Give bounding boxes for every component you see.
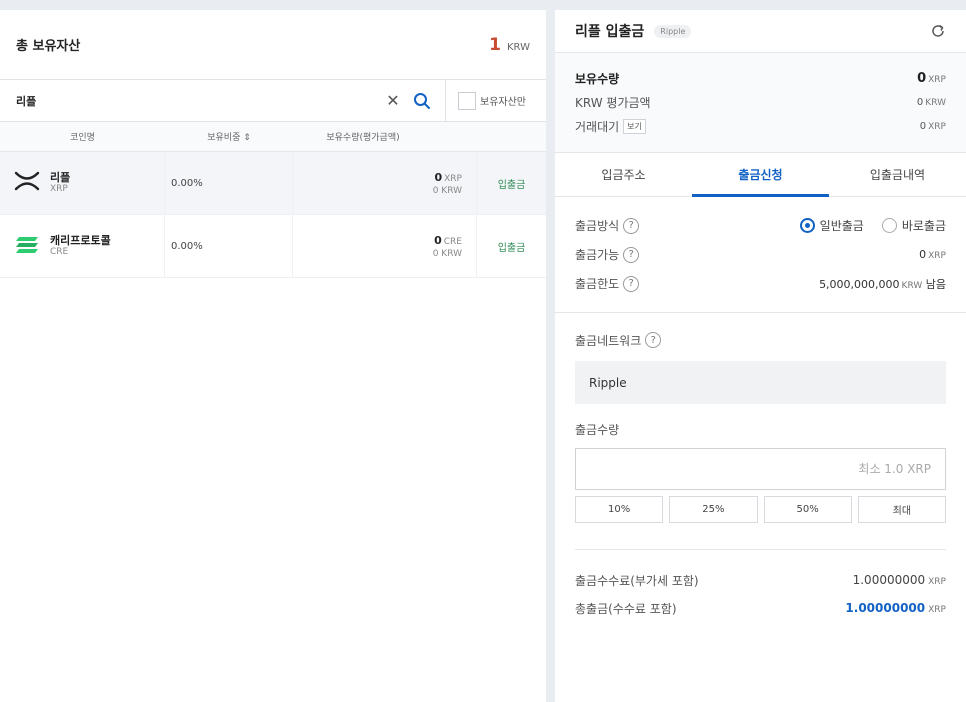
coin-name-cell[interactable]: 리플 XRP: [0, 152, 165, 214]
method-instant-label: 바로출금: [901, 219, 946, 233]
method-instant-radio[interactable]: 바로출금: [881, 217, 946, 234]
pct-25-button[interactable]: 25%: [669, 496, 758, 523]
coin-name-cell[interactable]: 캐리프로토콜 CRE: [0, 215, 165, 277]
coin-qty-cell: 0 CRE 0 KRW: [293, 215, 477, 277]
owned-only-label: 보유자산만: [480, 97, 526, 108]
coin-qty-unit: XRP: [444, 173, 462, 184]
wallet-title: 리플 입출금: [575, 24, 645, 40]
coin-krw-value: 0 KRW: [432, 185, 462, 196]
withdraw-method-radios: 일반출금 바로출금: [799, 217, 946, 234]
coin-krw-value: 0 KRW: [432, 248, 462, 259]
limit-value: 5,000,000,000: [819, 277, 900, 291]
total-assets-unit: KRW: [507, 41, 530, 53]
krw-valuation-value: 0: [916, 96, 924, 108]
total-withdraw-unit: XRP: [928, 605, 946, 615]
withdraw-form: 출금네트워크? Ripple 출금수량 10% 25% 50% 최대 출금수수료…: [555, 313, 966, 622]
wallet-summary: 보유수량 0 XRP KRW 평가금액 0 KRW 거래대기 보기 0 XRP: [555, 53, 966, 153]
method-normal-label: 일반출금: [819, 219, 864, 233]
available-label: 출금가능: [575, 248, 620, 262]
method-normal-radio[interactable]: 일반출금: [799, 217, 864, 234]
owned-only-toggle[interactable]: 보유자산만: [446, 91, 546, 110]
deposit-withdraw-link[interactable]: 입출금: [477, 152, 546, 214]
coin-qty: 0: [434, 170, 443, 184]
tab-deposit-address[interactable]: 입금주소: [555, 153, 692, 196]
holdings-panel: 총 보유자산 1 KRW ✕ 보유자산만 코인명 보유비중 ⇕ 보유수량(평가금…: [0, 10, 546, 702]
total-assets-amount: 1: [489, 34, 501, 55]
owned-only-checkbox[interactable]: [458, 91, 476, 110]
withdraw-info: 출금방식? 일반출금 바로출금 출금가능? 0 XRP 출금한도? 5,000,0…: [555, 197, 966, 313]
coin-ratio: 0.00%: [165, 152, 293, 214]
pending-value: 0: [919, 120, 927, 132]
available-unit: XRP: [928, 251, 946, 261]
deposit-withdraw-link[interactable]: 입출금: [477, 215, 546, 277]
fee-value: 1.00000000: [852, 573, 926, 587]
refresh-icon[interactable]: [930, 23, 946, 39]
column-holding-qty: 보유수량(평가금액): [326, 133, 400, 143]
column-coin-name: 코인명: [70, 133, 95, 143]
limit-suffix: 남음: [925, 277, 946, 291]
tab-withdraw-request[interactable]: 출금신청: [692, 153, 829, 197]
coin-name: 리플: [50, 171, 71, 184]
coin-symbol: XRP: [50, 184, 68, 194]
total-assets-title: 총 보유자산: [16, 39, 81, 54]
coin-list-header: 코인명 보유비중 ⇕ 보유수량(평가금액): [0, 122, 546, 152]
help-icon[interactable]: ?: [623, 217, 640, 234]
limit-unit: KRW: [901, 280, 923, 291]
krw-valuation-unit: KRW: [925, 97, 946, 108]
coin-qty-unit: CRE: [443, 236, 462, 247]
network-label: 출금네트워크: [575, 333, 642, 348]
tab-history[interactable]: 입출금내역: [829, 153, 966, 196]
total-assets-value: 1 KRW: [489, 35, 530, 55]
network-badge: Ripple: [654, 24, 692, 38]
coin-symbol: CRE: [50, 247, 69, 257]
pending-unit: XRP: [928, 121, 946, 132]
pending-view-button[interactable]: 보기: [623, 118, 646, 134]
wallet-header: 리플 입출금 Ripple: [555, 10, 966, 53]
total-assets-row: 총 보유자산 1 KRW: [0, 10, 546, 80]
pct-10-button[interactable]: 10%: [575, 496, 664, 523]
withdraw-method-label: 출금방식: [575, 219, 620, 233]
pct-max-button[interactable]: 최대: [857, 496, 946, 523]
search-icon[interactable]: [407, 92, 437, 110]
fee-label: 출금수수료(부가세 포함): [575, 573, 699, 588]
percent-buttons: 10% 25% 50% 최대: [575, 496, 946, 523]
total-withdraw-label: 총출금(수수료 포함): [575, 601, 677, 616]
amount-input[interactable]: [575, 448, 946, 490]
coin-name: 캐리프로토콜: [50, 234, 111, 247]
ripple-logo-icon: [14, 170, 40, 196]
network-select[interactable]: Ripple: [575, 361, 946, 404]
amount-label: 출금수량: [575, 422, 620, 437]
help-icon[interactable]: ?: [623, 246, 640, 263]
coin-row-carry-protocol[interactable]: 캐리프로토콜 CRE 0.00% 0 CRE 0 KRW 입출금: [0, 215, 546, 278]
clear-icon[interactable]: ✕: [379, 91, 407, 110]
pending-label: 거래대기: [575, 119, 620, 134]
wallet-tabs: 입금주소 출금신청 입출금내역: [555, 153, 966, 197]
coin-qty: 0: [434, 233, 442, 247]
wallet-panel: 리플 입출금 Ripple 보유수량 0 XRP KRW 평가금액 0 KRW 거래…: [555, 10, 966, 702]
krw-valuation-label: KRW 평가금액: [575, 95, 651, 110]
coin-ratio: 0.00%: [165, 215, 293, 277]
fee-summary: 출금수수료(부가세 포함) 1.00000000 XRP 총출금(수수료 포함) …: [575, 566, 946, 622]
coin-search-input[interactable]: [0, 80, 379, 121]
holding-unit: XRP: [928, 74, 946, 85]
limit-label: 출금한도: [575, 277, 620, 291]
coin-row-ripple[interactable]: 리플 XRP 0.00% 0 XRP 0 KRW 입출금: [0, 152, 546, 215]
help-icon[interactable]: ?: [623, 275, 640, 292]
fee-unit: XRP: [928, 577, 946, 587]
column-holding-ratio-sort[interactable]: 보유비중 ⇕: [165, 130, 293, 143]
help-icon[interactable]: ?: [645, 332, 662, 348]
carry-protocol-logo-icon: [14, 233, 40, 259]
coin-search-bar: ✕ 보유자산만: [0, 79, 546, 122]
pct-50-button[interactable]: 50%: [763, 496, 852, 523]
holding-label: 보유수량: [575, 71, 620, 86]
available-value: 0: [919, 248, 927, 261]
coin-qty-cell: 0 XRP 0 KRW: [293, 152, 477, 214]
holding-value: 0: [917, 70, 927, 86]
total-withdraw-value: 1.00000000: [845, 601, 926, 615]
divider: [575, 549, 946, 550]
